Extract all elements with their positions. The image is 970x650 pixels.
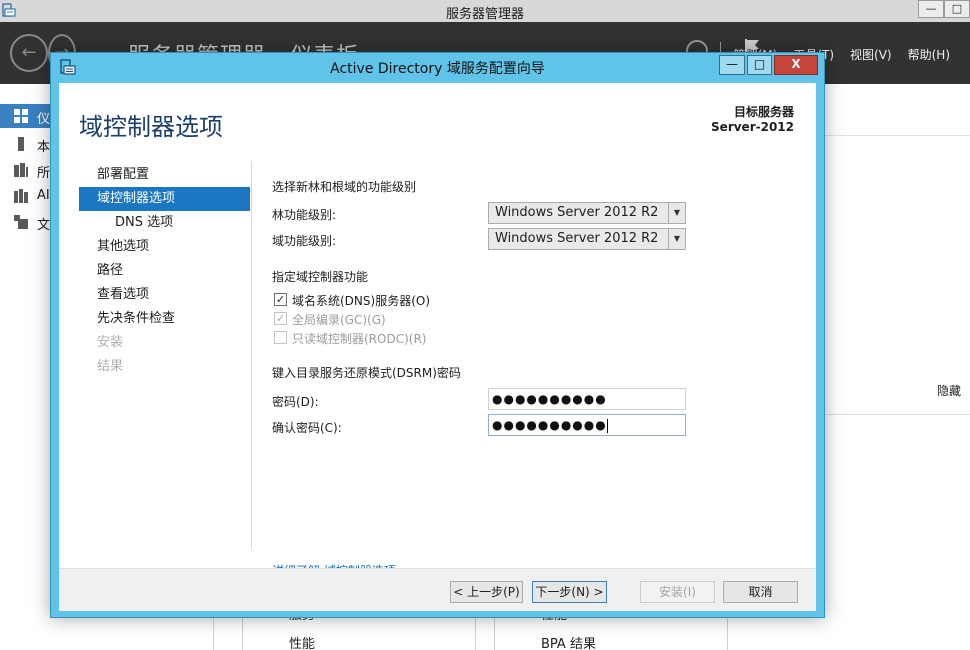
global-catalog-checkbox-label: 全局编录(GC)(G) xyxy=(292,313,386,327)
chevron-down-icon[interactable]: ▼ xyxy=(668,229,685,249)
nav-divider xyxy=(251,161,252,549)
back-arrow-icon[interactable]: ← xyxy=(10,34,48,72)
wizard-body: 域控制器选项 目标服务器 Server-2012 部署配置 域控制器选项 DNS… xyxy=(59,83,816,611)
minimize-button[interactable]: — xyxy=(918,0,944,18)
text-caret xyxy=(606,418,608,433)
nav-item-paths[interactable]: 路径 xyxy=(79,259,250,283)
wizard-minimize-button[interactable]: — xyxy=(719,55,745,75)
wizard-content: 选择新林和根域的功能级别 林功能级别: Windows Server 2012 … xyxy=(272,83,792,603)
previous-button[interactable]: < 上一步(P) xyxy=(450,581,523,603)
server-manager-titlebar: 服务器管理器 — □ xyxy=(0,0,970,22)
nav-item-deployment-configuration[interactable]: 部署配置 xyxy=(79,163,250,187)
global-catalog-checkbox: ✓ xyxy=(274,312,287,325)
wizard-maximize-button[interactable]: □ xyxy=(747,55,772,75)
sidebar-item-label: AI xyxy=(37,188,50,203)
confirm-password-value: ●●●●●●●●●● xyxy=(492,418,607,432)
dsrm-section-label: 键入目录服务还原模式(DSRM)密码 xyxy=(272,366,461,380)
tile-label-performance[interactable]: 性能 xyxy=(289,633,315,650)
nav-item-installation: 安装 xyxy=(97,335,124,350)
menu-help[interactable]: 帮助(H) xyxy=(908,46,950,63)
nav-item-review-options[interactable]: 查看选项 xyxy=(79,283,250,307)
page-title: 域控制器选项 xyxy=(79,113,223,141)
domain-functional-level-select[interactable]: Windows Server 2012 R2 ▼ xyxy=(488,228,686,250)
confirm-password-label: 确认密码(C): xyxy=(272,421,342,435)
password-field[interactable]: ●●●●●●●●●● xyxy=(488,388,686,410)
nav-item-prerequisites-check[interactable]: 先决条件检查 xyxy=(79,307,250,331)
menu-view[interactable]: 视图(V) xyxy=(850,46,892,63)
rodc-checkbox xyxy=(274,331,287,344)
dc-capabilities-section-label: 指定域控制器功能 xyxy=(272,270,369,284)
local-server-icon xyxy=(18,137,24,151)
forest-functional-level-select[interactable]: Windows Server 2012 R2 ▼ xyxy=(488,202,686,224)
password-label: 密码(D): xyxy=(272,395,319,409)
wizard-footer: < 上一步(P) 下一步(N) > 安装(I) 取消 xyxy=(59,568,816,611)
sidebar-item-label: 仪 xyxy=(37,112,51,127)
cancel-button[interactable]: 取消 xyxy=(723,581,798,603)
functional-level-section-label: 选择新林和根域的功能级别 xyxy=(272,180,417,194)
nav-item-additional-options[interactable]: 其他选项 xyxy=(79,235,250,259)
file-services-icon xyxy=(14,215,28,229)
forest-level-label: 林功能级别: xyxy=(272,208,337,222)
all-servers-icon xyxy=(14,163,28,177)
ad-ds-icon xyxy=(14,189,28,203)
domain-functional-level-value: Windows Server 2012 R2 xyxy=(495,231,659,246)
confirm-password-field[interactable]: ●●●●●●●●●● xyxy=(488,414,686,436)
chevron-down-icon[interactable]: ▼ xyxy=(668,203,685,223)
nav-item-results: 结果 xyxy=(97,359,124,374)
sidebar-item-label: 所 xyxy=(37,166,51,181)
wizard-nav: 部署配置 域控制器选项 DNS 选项 其他选项 路径 查看选项 先决条件检查 安… xyxy=(79,163,250,379)
install-button: 安装(I) xyxy=(640,581,715,603)
dashboard-icon xyxy=(14,109,28,123)
rodc-checkbox-label: 只读域控制器(RODC)(R) xyxy=(292,332,427,346)
sidebar-item-label: 文 xyxy=(37,218,51,233)
dns-server-checkbox[interactable]: ✓ xyxy=(274,293,287,306)
nav-item-dns-options[interactable]: DNS 选项 xyxy=(79,211,250,235)
dns-server-checkbox-label[interactable]: 域名系统(DNS)服务器(O) xyxy=(292,292,430,309)
ad-ds-configuration-wizard: Active Directory 域服务配置向导 — □ X 域控制器选项 目标… xyxy=(50,52,825,618)
domain-level-label: 域功能级别: xyxy=(272,234,337,248)
wizard-title: Active Directory 域服务配置向导 xyxy=(330,61,545,77)
tile-label-bpa-results[interactable]: BPA 结果 xyxy=(541,633,596,650)
password-value: ●●●●●●●●●● xyxy=(492,392,607,406)
nav-item-dc-options[interactable]: 域控制器选项 xyxy=(79,187,250,211)
next-button[interactable]: 下一步(N) > xyxy=(532,581,607,603)
wizard-titlebar[interactable]: Active Directory 域服务配置向导 — □ X xyxy=(51,53,824,81)
sidebar-item-label: 本 xyxy=(37,140,51,155)
server-manager-title: 服务器管理器 xyxy=(445,7,524,22)
forest-functional-level-value: Windows Server 2012 R2 xyxy=(495,205,659,220)
hide-link[interactable]: 隐藏 xyxy=(937,382,961,399)
wizard-close-button[interactable]: X xyxy=(774,55,818,75)
maximize-button[interactable]: □ xyxy=(944,0,970,18)
